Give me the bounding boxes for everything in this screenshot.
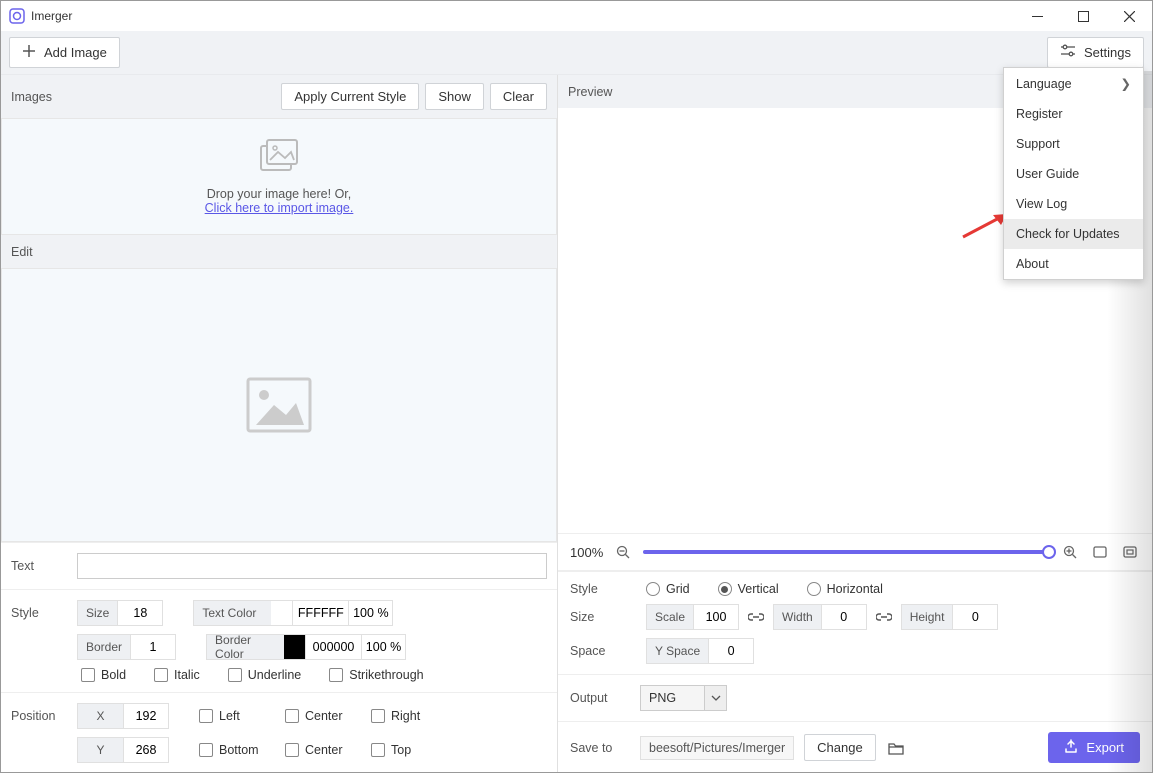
menu-view-log[interactable]: View Log [1004,189,1143,219]
output-section: Output PNG [558,674,1152,721]
layout-horizontal-radio[interactable]: Horizontal [807,582,883,596]
strikethrough-checkbox[interactable]: Strikethrough [329,668,423,682]
size-label: Size [77,600,117,626]
textcolor-label: Text Color [193,600,271,626]
image-placeholder-icon [244,375,314,435]
dropzone-text: Drop your image here! Or, [207,187,352,201]
minimize-button[interactable] [1014,1,1060,31]
import-link[interactable]: Click here to import image. [205,201,354,215]
app-icon [9,8,25,24]
scale-input[interactable] [693,604,739,630]
edit-header: Edit [1,235,557,268]
pos-y-input[interactable] [123,737,169,763]
layout-grid-radio[interactable]: Grid [646,582,690,596]
change-path-button[interactable]: Change [804,734,876,761]
bordercolor-input[interactable] [306,634,362,660]
textcolor-swatch[interactable] [271,600,293,626]
yspace-input[interactable] [708,638,754,664]
export-button[interactable]: Export [1048,732,1140,763]
textcolor-input[interactable] [293,600,349,626]
show-button[interactable]: Show [425,83,484,110]
text-input[interactable] [77,553,547,579]
settings-button[interactable]: Settings [1047,37,1144,68]
main: Images Apply Current Style Show Clear Dr… [1,75,1152,773]
align-right[interactable]: Right [371,709,451,723]
edit-canvas [1,268,557,542]
textcolor-opacity[interactable] [349,600,393,626]
width-input[interactable] [821,604,867,630]
save-section: Save to beesoft/Pictures/Imerger Change … [558,721,1152,773]
open-folder-icon[interactable] [886,738,906,758]
maximize-button[interactable] [1060,1,1106,31]
zoom-out-icon[interactable] [613,542,633,562]
layout-vertical-radio[interactable]: Vertical [718,582,779,596]
border-label: Border [77,634,130,660]
plus-icon [22,44,36,61]
output-format-select[interactable]: PNG [640,685,727,711]
pos-x-input[interactable] [123,703,169,729]
size-input[interactable] [117,600,163,626]
apply-style-button[interactable]: Apply Current Style [281,83,419,110]
text-section: Text [1,542,557,589]
bordercolor-label: Border Color [206,634,284,660]
menu-user-guide[interactable]: User Guide [1004,159,1143,189]
image-dropzone[interactable]: Drop your image here! Or, Click here to … [1,118,557,235]
fit-screen-icon[interactable] [1090,542,1110,562]
settings-menu: Language❯ Register Support User Guide Vi… [1003,67,1144,280]
zoom-in-icon[interactable] [1060,542,1080,562]
underline-checkbox[interactable]: Underline [228,668,302,682]
add-image-button[interactable]: Add Image [9,37,120,68]
menu-about[interactable]: About [1004,249,1143,279]
save-path: beesoft/Pictures/Imerger [640,736,794,760]
zoom-slider[interactable] [643,550,1050,554]
style-section: Style Size Text Color Border Bord [1,589,557,692]
bordercolor-opacity[interactable] [362,634,406,660]
chevron-right-icon: ❯ [1121,76,1131,91]
close-button[interactable] [1106,1,1152,31]
toolbar: Add Image Settings [1,31,1152,75]
align-center-x[interactable]: Center [285,709,365,723]
export-icon [1064,739,1078,756]
menu-language[interactable]: Language❯ [1004,68,1143,99]
images-header: Images Apply Current Style Show Clear [1,75,557,118]
align-top[interactable]: Top [371,743,451,757]
images-stack-icon [258,138,300,177]
align-bottom[interactable]: Bottom [199,743,279,757]
actual-size-icon[interactable] [1120,542,1140,562]
link-icon[interactable] [745,606,767,628]
left-pane: Images Apply Current Style Show Clear Dr… [1,75,558,773]
zoom-value: 100% [570,545,603,560]
border-input[interactable] [130,634,176,660]
bold-checkbox[interactable]: Bold [81,668,126,682]
height-input[interactable] [952,604,998,630]
window-controls [1014,1,1152,31]
sliders-icon [1060,44,1076,61]
app-window: Imerger Add Image Settings Images Apply … [0,0,1153,773]
menu-check-updates[interactable]: Check for Updates [1004,219,1143,249]
titlebar: Imerger [1,1,1152,31]
menu-register[interactable]: Register [1004,99,1143,129]
text-label: Text [11,559,71,573]
window-title: Imerger [31,9,72,23]
menu-support[interactable]: Support [1004,129,1143,159]
zoom-controls: 100% [558,533,1152,571]
bordercolor-swatch[interactable] [284,634,306,660]
chevron-down-icon [704,686,726,710]
clear-button[interactable]: Clear [490,83,547,110]
position-section: Position X Left Center Right Y Bottom Ce… [1,692,557,773]
link-icon-2[interactable] [873,606,895,628]
italic-checkbox[interactable]: Italic [154,668,200,682]
align-left[interactable]: Left [199,709,279,723]
preview-style-section: Style Grid Vertical Horizontal Size Scal… [558,571,1152,674]
align-center-y[interactable]: Center [285,743,365,757]
